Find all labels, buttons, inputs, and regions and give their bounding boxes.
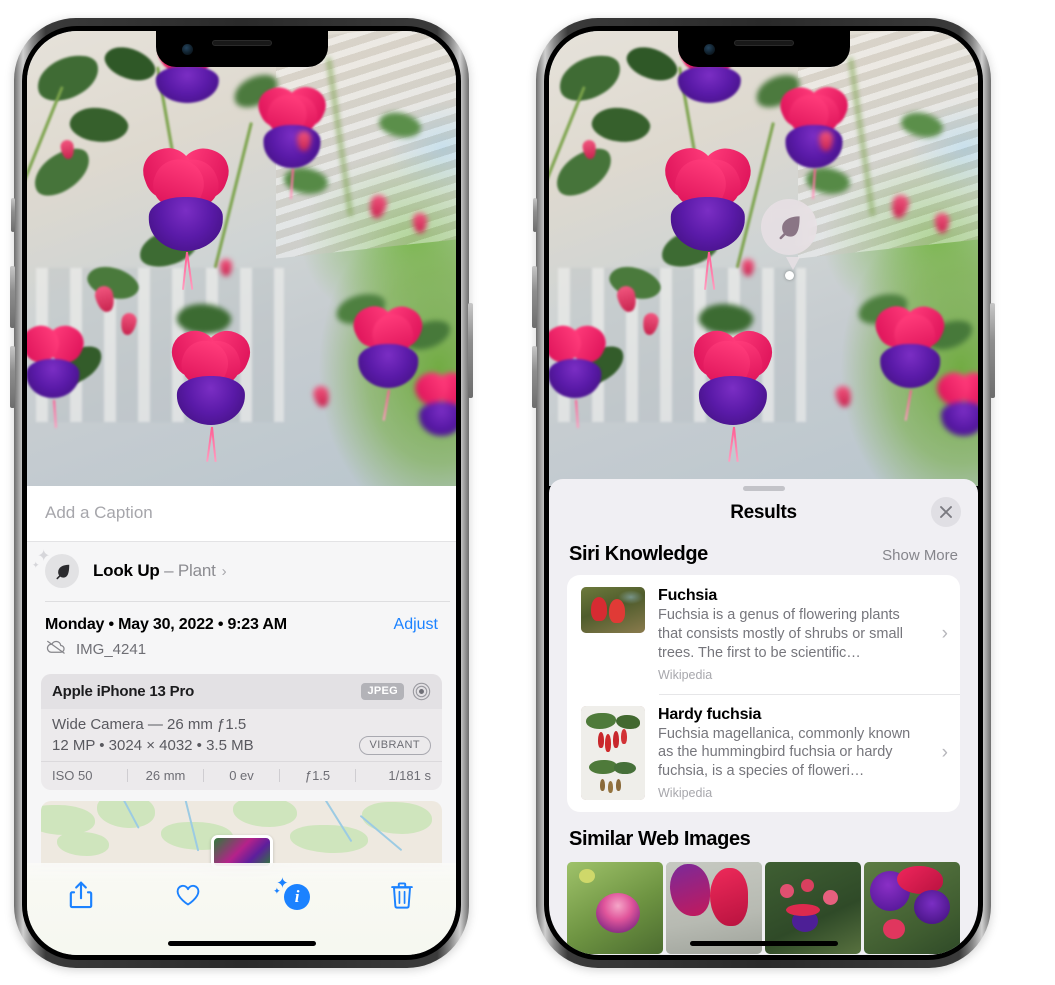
look-up-icon-wrap: ✦ ✦	[32, 548, 79, 588]
info-button[interactable]: ✦ ✦ i	[269, 875, 321, 915]
hardy-fuchsia-thumbnail	[581, 705, 645, 800]
exif-aperture: ƒ1.5	[304, 768, 331, 783]
photo-viewer[interactable]	[549, 31, 978, 486]
photo-flower	[126, 140, 246, 291]
visual-look-up-badge[interactable]	[761, 199, 817, 255]
caption-field-row[interactable]: Add a Caption	[27, 486, 456, 542]
notch	[677, 31, 850, 67]
camera-size-row: 12 MP • 3024 × 4032 • 3.5 MB VIBRANT	[52, 736, 431, 755]
photo-info-panel: Add a Caption ✦ ✦ Look Up – Plant › Mond…	[27, 486, 456, 955]
knowledge-row[interactable]: Fuchsia Fuchsia is a genus of flowering …	[567, 575, 960, 694]
fuchsia-thumbnail	[581, 587, 645, 633]
camera-card-badges: JPEG	[361, 682, 431, 701]
exif-focal: 26 mm	[145, 768, 186, 783]
camera-card-header: Apple iPhone 13 Pro JPEG	[41, 674, 442, 709]
aperture-icon[interactable]	[412, 682, 431, 701]
mute-switch[interactable]	[11, 198, 15, 232]
similar-web-images-header: Similar Web Images	[549, 812, 978, 858]
section-title: Similar Web Images	[569, 828, 751, 851]
photo-viewer[interactable]	[27, 31, 456, 486]
power-button[interactable]	[990, 303, 995, 398]
look-up-label: Look Up – Plant	[93, 561, 216, 581]
delete-button[interactable]	[376, 875, 428, 915]
exif-exposure: 0 ev	[229, 768, 254, 783]
left-phone-screen: Add a Caption ✦ ✦ Look Up – Plant › Mond…	[27, 31, 456, 955]
volume-down-button[interactable]	[10, 346, 15, 408]
right-phone-screen: Results Siri Knowledge Show More Fuchsia…	[549, 31, 978, 955]
exif-iso: ISO 50	[52, 768, 93, 783]
visual-look-up-anchor-dot	[785, 271, 794, 280]
sheet-title: Results	[730, 502, 797, 523]
right-phone-device: Results Siri Knowledge Show More Fuchsia…	[532, 18, 995, 968]
web-image-thumbnail[interactable]	[567, 862, 663, 955]
section-title: Siri Knowledge	[569, 543, 708, 565]
left-phone-device: Add a Caption ✦ ✦ Look Up – Plant › Mond…	[10, 18, 473, 968]
chevron-right-icon: ›	[941, 741, 948, 763]
siri-knowledge-card: Fuchsia Fuchsia is a genus of flowering …	[567, 575, 960, 813]
file-name: IMG_4241	[76, 641, 147, 658]
results-sheet: Results Siri Knowledge Show More Fuchsia…	[549, 479, 978, 955]
cloud-slash-icon	[45, 639, 67, 660]
front-camera-icon	[703, 44, 715, 55]
look-up-dash: –	[159, 561, 178, 580]
power-button[interactable]	[468, 303, 473, 398]
camera-exif-row: ISO 50 26 mm 0 ev ƒ1.5 1/181 s	[41, 761, 442, 790]
knowledge-row[interactable]: Hardy fuchsia Fuchsia magellanica, commo…	[567, 693, 960, 813]
web-image-thumbnail[interactable]	[864, 862, 960, 955]
knowledge-description: Fuchsia magellanica, commonly known as t…	[658, 725, 911, 780]
knowledge-body: Hardy fuchsia Fuchsia magellanica, commo…	[658, 706, 925, 801]
knowledge-title: Fuchsia	[658, 587, 718, 604]
volume-up-button[interactable]	[10, 266, 15, 328]
adjust-button[interactable]: Adjust	[394, 616, 438, 634]
knowledge-source: Wikipedia	[658, 786, 713, 801]
home-indicator[interactable]	[167, 941, 316, 946]
format-badge: JPEG	[361, 683, 404, 700]
show-more-button[interactable]: Show More	[882, 547, 958, 564]
close-button[interactable]	[931, 497, 961, 527]
exif-shutter: 1/181 s	[388, 768, 431, 783]
share-button[interactable]	[55, 875, 107, 915]
chevron-right-icon: ›	[221, 562, 227, 580]
close-icon	[940, 506, 952, 518]
knowledge-source: Wikipedia	[658, 667, 713, 682]
camera-info-card[interactable]: Apple iPhone 13 Pro JPEG Wide Camera — 2…	[41, 674, 442, 790]
camera-size-line: 12 MP • 3024 × 4032 • 3.5 MB	[52, 737, 254, 754]
look-up-category: Plant	[177, 561, 216, 580]
date-row: Monday • May 30, 2022 • 9:23 AM Adjust	[27, 602, 456, 636]
leaf-icon	[45, 554, 79, 588]
info-circle: i	[284, 884, 311, 910]
photo-date: Monday • May 30, 2022 • 9:23 AM	[45, 616, 287, 633]
file-row: IMG_4241	[27, 636, 456, 671]
chevron-right-icon: ›	[941, 623, 948, 645]
sparkle-small-icon: ✦	[32, 560, 40, 570]
front-camera-icon	[181, 44, 193, 55]
favorite-button[interactable]	[162, 875, 214, 915]
volume-up-button[interactable]	[532, 266, 537, 328]
home-indicator[interactable]	[689, 941, 838, 946]
left-phone-bezel: Add a Caption ✦ ✦ Look Up – Plant › Mond…	[22, 26, 461, 960]
knowledge-description: Fuchsia is a genus of flowering plants t…	[658, 607, 903, 661]
location-map-card[interactable]	[41, 801, 442, 871]
mute-switch[interactable]	[533, 198, 537, 232]
camera-lens-line: Wide Camera — 26 mm ƒ1.5	[52, 716, 247, 733]
volume-down-button[interactable]	[532, 346, 537, 408]
caption-input[interactable]: Add a Caption	[45, 503, 438, 523]
sheet-header: Results	[549, 491, 978, 533]
knowledge-title: Hardy fuchsia	[658, 705, 762, 723]
visual-look-up-badge-tail	[786, 257, 800, 270]
earpiece-speaker	[211, 40, 272, 46]
leaf-icon	[779, 216, 800, 240]
notch	[155, 31, 328, 67]
earpiece-speaker	[733, 40, 794, 46]
look-up-title: Look Up	[93, 561, 160, 580]
camera-card-body: Wide Camera — 26 mm ƒ1.5 12 MP • 3024 × …	[41, 709, 442, 761]
sparkle-small-icon: ✦	[273, 886, 281, 896]
knowledge-body: Fuchsia Fuchsia is a genus of flowering …	[658, 587, 925, 682]
look-up-row[interactable]: ✦ ✦ Look Up – Plant ›	[27, 542, 456, 601]
right-phone-bezel: Results Siri Knowledge Show More Fuchsia…	[544, 26, 983, 960]
camera-model: Apple iPhone 13 Pro	[52, 683, 195, 700]
style-badge: VIBRANT	[358, 736, 431, 755]
info-sparkle-icon: ✦ ✦ i	[273, 875, 312, 912]
siri-knowledge-header: Siri Knowledge Show More	[549, 533, 978, 575]
